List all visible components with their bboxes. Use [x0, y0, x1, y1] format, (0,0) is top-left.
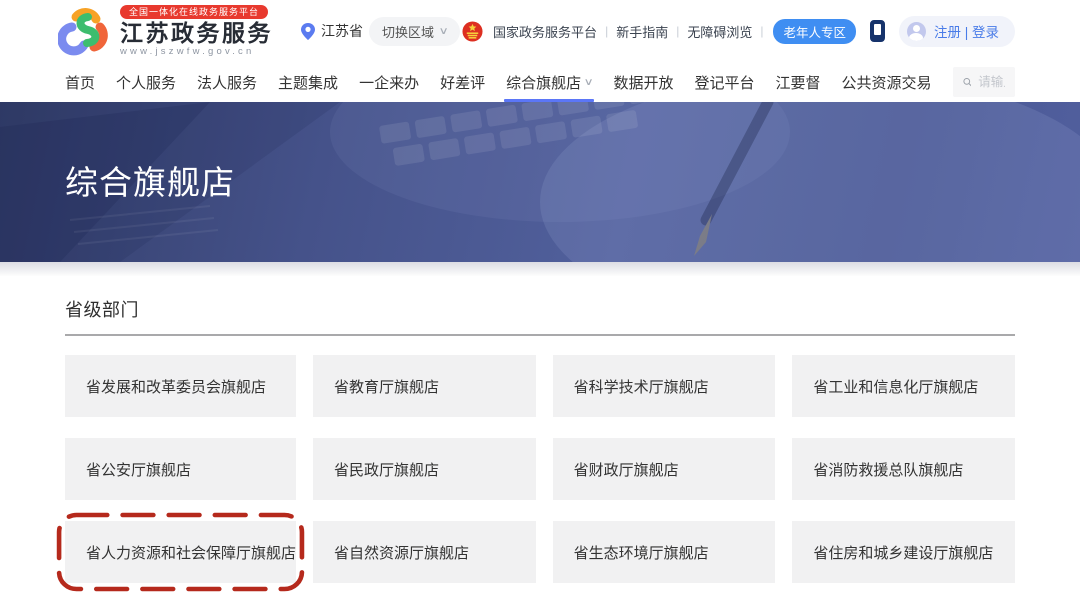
link-beginner-guide[interactable]: 新手指南 [616, 22, 668, 41]
department-card-kejiting[interactable]: 省科学技术厅旗舰店 [553, 355, 776, 417]
card-label: 省住房和城乡建设厅旗舰店 [813, 542, 993, 563]
switch-region-label: 切换区域 [382, 22, 434, 41]
elder-zone-button[interactable]: 老年人专区 [773, 19, 856, 44]
divider: | [605, 24, 608, 38]
department-card-renshebaozhang[interactable]: 省人力资源和社会保障厅旗舰店 [65, 521, 296, 583]
region-selector: 江苏省 切换区域 ∨ [301, 17, 460, 46]
site-logo[interactable]: 全国一体化在线政务服务平台 江苏政务服务 www.jszwfw.gov.cn [58, 5, 273, 57]
link-national-platform[interactable]: 国家政务服务平台 [493, 22, 597, 41]
nav-label: 首页 [65, 72, 95, 93]
nav-label: 主题集成 [278, 72, 338, 93]
nav-item-open-data[interactable]: 数据开放 [613, 62, 673, 102]
nav-item-flagship-stores[interactable]: 综合旗舰店 ∨ [506, 62, 592, 102]
register-login-label: 注册 | 登录 [934, 21, 999, 41]
nav-item-jiangyaodu[interactable]: 江要督 [775, 62, 820, 102]
link-accessibility[interactable]: 无障碍浏览 [687, 22, 752, 41]
card-label: 省消防救援总队旗舰店 [813, 459, 963, 480]
nav-label: 江要督 [775, 72, 820, 93]
region-label: 江苏省 [321, 21, 363, 41]
provincial-departments-section: 省级部门 [65, 276, 1015, 336]
card-label: 省财政厅旗舰店 [574, 459, 679, 480]
divider: | [760, 24, 763, 38]
nav-label: 个人服务 [116, 72, 176, 93]
nav-item-public-resources[interactable]: 公共资源交易 [841, 62, 931, 102]
department-card-fagaiwei[interactable]: 省发展和改革委员会旗舰店 [65, 355, 296, 417]
nav-item-registration-platform[interactable]: 登记平台 [694, 62, 754, 102]
user-avatar-icon [907, 22, 926, 41]
department-card-caizhengting[interactable]: 省财政厅旗舰店 [553, 438, 776, 500]
search-input[interactable] [978, 75, 1005, 89]
mobile-app-icon[interactable] [870, 20, 885, 42]
nav-label: 公共资源交易 [841, 72, 931, 93]
chevron-down-icon: ∨ [439, 26, 449, 37]
department-card-jiaoyuting[interactable]: 省教育厅旗舰店 [313, 355, 536, 417]
nav-item-home[interactable]: 首页 [65, 62, 95, 102]
department-card-minzhengting[interactable]: 省民政厅旗舰店 [313, 438, 536, 500]
switch-region-button[interactable]: 切换区域 ∨ [369, 17, 460, 46]
divider: | [676, 24, 679, 38]
hero-banner: 综合旗舰店 [0, 102, 1080, 262]
nav-item-rating[interactable]: 好差评 [440, 62, 485, 102]
card-label: 省发展和改革委员会旗舰店 [86, 376, 266, 397]
department-card-ziranziyuan[interactable]: 省自然资源厅旗舰店 [313, 521, 536, 583]
search-box[interactable] [953, 67, 1016, 97]
department-card-gonganting[interactable]: 省公安厅旗舰店 [65, 438, 296, 500]
nav-label: 数据开放 [613, 72, 673, 93]
nav-item-personal-services[interactable]: 个人服务 [116, 62, 176, 102]
banner-bottom-fade [0, 262, 1080, 276]
card-label: 省人力资源和社会保障厅旗舰店 [86, 542, 296, 563]
section-divider [65, 334, 1015, 336]
nav-label: 法人服务 [197, 72, 257, 93]
nav-label: 好差评 [440, 72, 485, 93]
logo-mark-icon [58, 5, 110, 57]
page-title: 综合旗舰店 [65, 156, 235, 204]
nav-label: 登记平台 [694, 72, 754, 93]
nav-label: 综合旗舰店 [506, 72, 581, 93]
section-title: 省级部门 [65, 296, 1015, 322]
department-grid: 省发展和改革委员会旗舰店 省教育厅旗舰店 省科学技术厅旗舰店 省工业和信息化厅旗… [65, 355, 1015, 583]
department-card-gongxinting[interactable]: 省工业和信息化厅旗舰店 [792, 355, 1015, 417]
nav-label: 一企来办 [359, 72, 419, 93]
card-label: 省生态环境厅旗舰店 [574, 542, 709, 563]
nav-item-enterprise[interactable]: 一企来办 [359, 62, 419, 102]
card-label: 省教育厅旗舰店 [334, 376, 439, 397]
card-label: 省自然资源厅旗舰店 [334, 542, 469, 563]
card-label: 省民政厅旗舰店 [334, 459, 439, 480]
main-nav: 首页 个人服务 法人服务 主题集成 一企来办 好差评 综合旗舰店 ∨ 数据开放 … [0, 62, 1080, 102]
chevron-down-icon: ∨ [584, 77, 594, 88]
card-label: 省公安厅旗舰店 [86, 459, 191, 480]
card-label: 省工业和信息化厅旗舰店 [813, 376, 978, 397]
site-url: www.jszwfw.gov.cn [120, 46, 254, 57]
national-emblem-icon [462, 21, 483, 42]
platform-badge: 全国一体化在线政务服务平台 [120, 5, 268, 19]
site-title: 江苏政务服务 [120, 20, 273, 46]
nav-item-legal-services[interactable]: 法人服务 [197, 62, 257, 102]
top-header: 全国一体化在线政务服务平台 江苏政务服务 www.jszwfw.gov.cn 江… [0, 0, 1080, 62]
department-card-xiaofang[interactable]: 省消防救援总队旗舰店 [792, 438, 1015, 500]
department-card-zhujianting[interactable]: 省住房和城乡建设厅旗舰店 [792, 521, 1015, 583]
register-login-button[interactable]: 注册 | 登录 [899, 16, 1015, 47]
location-pin-icon [301, 23, 315, 40]
search-icon [963, 75, 972, 89]
nav-item-theme-integration[interactable]: 主题集成 [278, 62, 338, 102]
card-label: 省科学技术厅旗舰店 [574, 376, 709, 397]
department-card-shengtaihuanjing[interactable]: 省生态环境厅旗舰店 [553, 521, 776, 583]
